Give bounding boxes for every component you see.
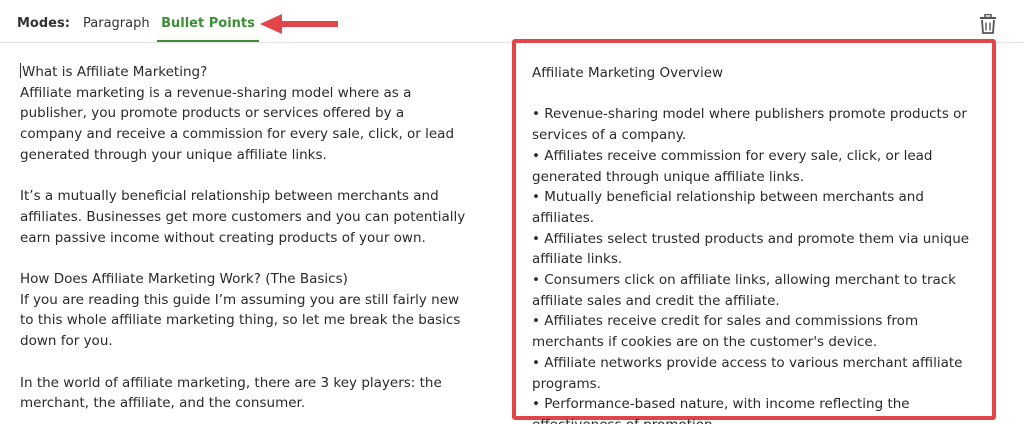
modes-label: Modes: bbox=[17, 16, 70, 31]
annotation-arrow-icon bbox=[260, 14, 338, 34]
annotation-highlight-box: Affiliate Marketing Overview • Revenue-s… bbox=[512, 39, 996, 424]
source-paragraph-text: What is Affiliate Marketing? Affiliate ma… bbox=[20, 64, 455, 163]
output-title: Affiliate Marketing Overview bbox=[532, 65, 724, 81]
modes-toolbar: Modes: Paragraph Bullet Points bbox=[0, 0, 1024, 43]
source-text-editor[interactable]: What is Affiliate Marketing? Affiliate ma… bbox=[20, 62, 470, 414]
bullet-item: • Performance-based nature, with income … bbox=[532, 396, 910, 424]
source-paragraph: How Does Affiliate Marketing Work? (The … bbox=[20, 271, 461, 350]
bullet-item: • Mutually beneficial relationship betwe… bbox=[532, 189, 924, 226]
bullet-points-output: Affiliate Marketing Overview • Revenue-s… bbox=[532, 63, 982, 424]
tab-bullet-points[interactable]: Bullet Points bbox=[157, 16, 259, 31]
bullet-item: • Affiliates select trusted products and… bbox=[532, 230, 970, 268]
source-paragraph: It’s a mutually beneficial relationship … bbox=[20, 188, 466, 246]
source-paragraph: What is Affiliate Marketing? Affiliate ma… bbox=[20, 62, 470, 166]
bullet-item: • Consumers click on affiliate links, al… bbox=[532, 272, 957, 309]
bullet-item: • Revenue-sharing model where publishers… bbox=[532, 106, 967, 144]
trash-icon[interactable] bbox=[979, 14, 997, 34]
bullet-item: • Affiliates receive commission for ever… bbox=[532, 147, 933, 185]
bullet-item: • Affiliates receive credit for sales an… bbox=[532, 313, 919, 351]
text-cursor bbox=[20, 63, 21, 78]
summarizer-app: Modes: Paragraph Bullet Points What is A… bbox=[0, 0, 1024, 424]
tab-paragraph[interactable]: Paragraph bbox=[83, 16, 150, 31]
source-paragraph: In the world of affiliate marketing, the… bbox=[20, 374, 442, 412]
bullet-item: • Affiliate networks provide access to v… bbox=[532, 354, 963, 392]
active-tab-indicator bbox=[157, 40, 259, 42]
